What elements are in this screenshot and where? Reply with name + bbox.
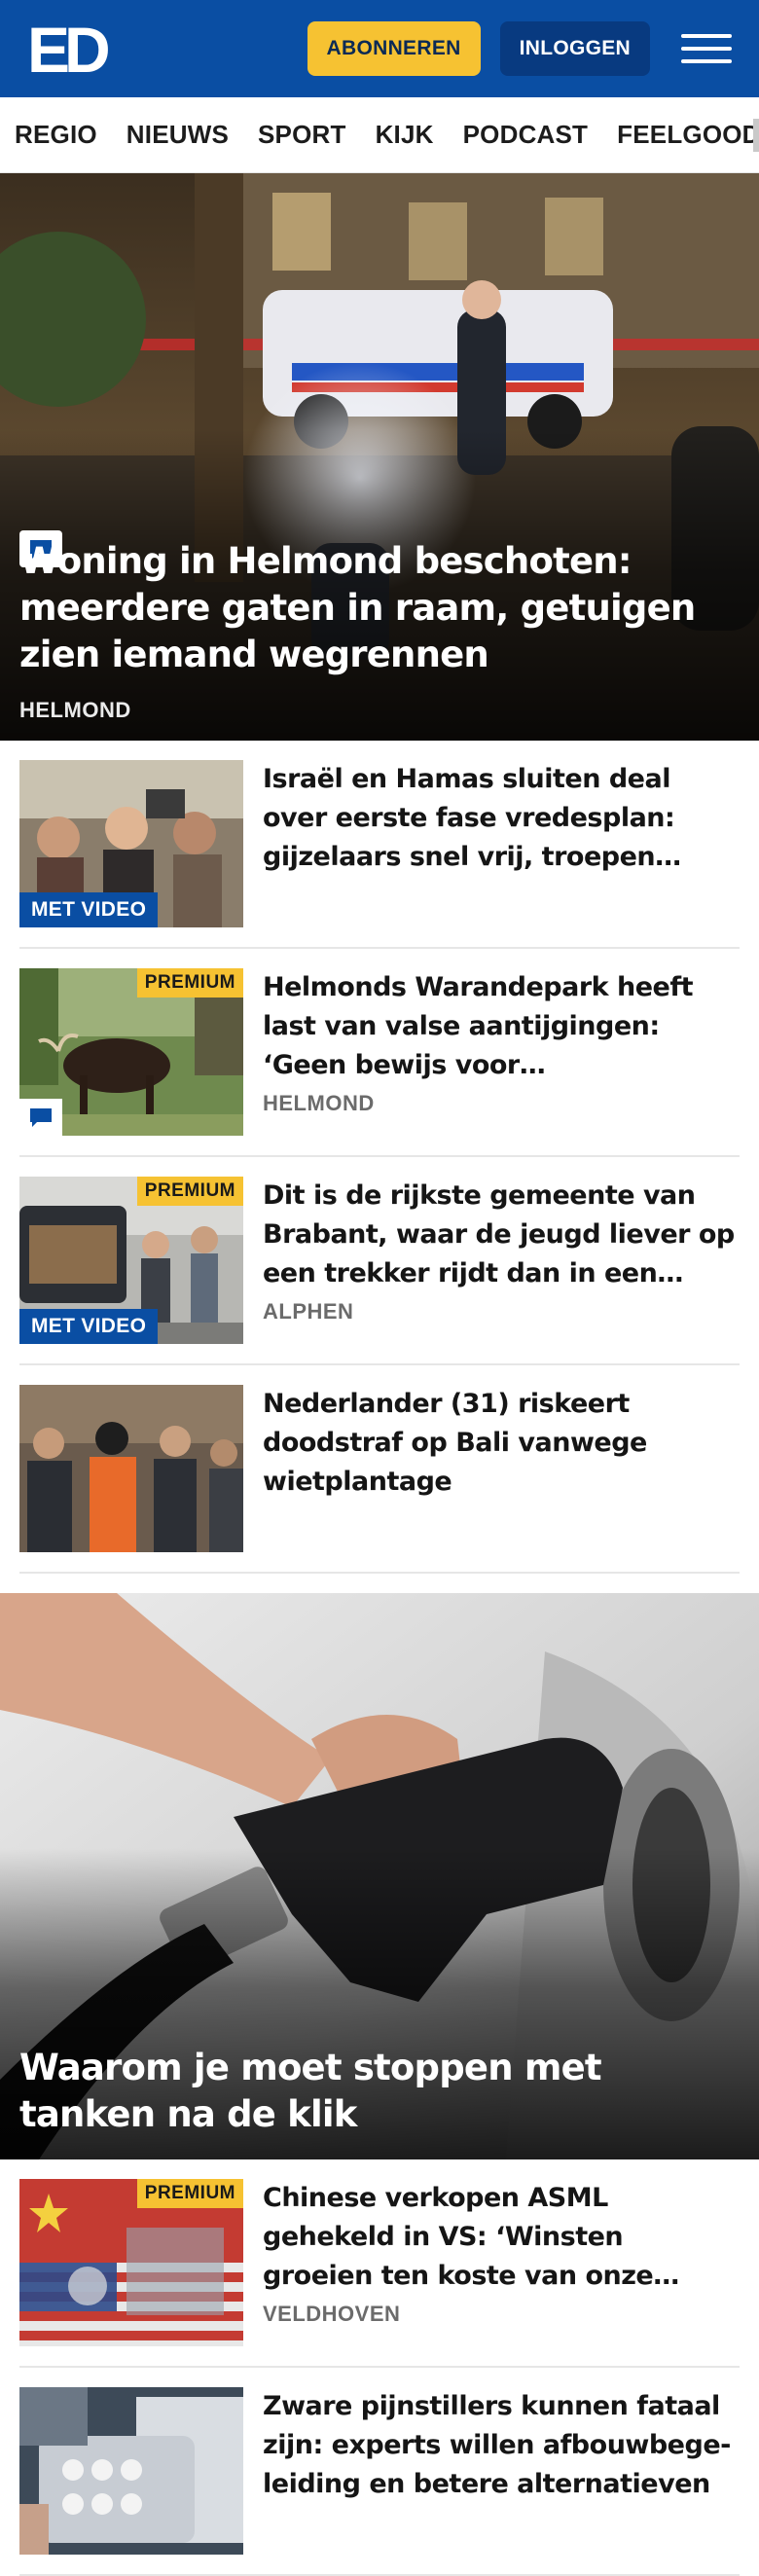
ed-logo-icon: ED bbox=[27, 19, 113, 78]
article-thumbnail: PREMIUM bbox=[19, 2179, 243, 2346]
hero-title[interactable]: Woning in Helmond beschoten: meerdere ga… bbox=[19, 538, 740, 678]
article-location-tag: HELMOND bbox=[263, 1091, 375, 1115]
premium-badge: PREMIUM bbox=[136, 968, 243, 998]
article-title[interactable]: Nederlander (31) riskeert doodstraf op B… bbox=[263, 1385, 740, 1502]
section-nav: REGIO NIEUWS SPORT KIJK PODCAST FEELGOOD bbox=[0, 97, 759, 173]
article-item[interactable]: Nederlander (31) riskeert doodstraf op B… bbox=[19, 1365, 740, 1574]
hero-location-tag: HELMOND bbox=[19, 698, 131, 722]
login-button[interactable]: INLOGGEN bbox=[499, 21, 650, 76]
article-title[interactable]: Dit is de rijkste gemeente van Brabant, … bbox=[263, 1177, 740, 1293]
article-text: Chinese verkopen ASML gehekeld in VS: ‘W… bbox=[243, 2179, 740, 2346]
article-item[interactable]: PREMIUM MET VIDEO Dit is de rijkste geme… bbox=[19, 1157, 740, 1365]
article-item[interactable]: Zware pijnstillers kunnen fataal zijn: e… bbox=[19, 2368, 740, 2576]
article-item[interactable]: PREMIUM Helmonds Warandepark heeft last … bbox=[19, 949, 740, 1157]
featured-text: Waarom je moet stoppen met tanken na de … bbox=[19, 2045, 740, 2138]
article-list-bottom: PREMIUM Chinese verkopen ASML gehekeld i… bbox=[0, 2159, 759, 2576]
article-title[interactable]: Chinese verkopen ASML gehekeld in VS: ‘W… bbox=[263, 2179, 740, 2296]
nav-item-sport[interactable]: SPORT bbox=[258, 120, 346, 150]
article-thumbnail: PREMIUM bbox=[19, 968, 243, 1136]
hero-article[interactable]: Woning in Helmond beschoten: meerdere ga… bbox=[0, 173, 759, 741]
article-location-tag: VELDHOVEN bbox=[263, 2302, 401, 2326]
subscribe-button[interactable]: ABONNEREN bbox=[307, 21, 481, 76]
featured-title[interactable]: Waarom je moet stoppen met tanken na de … bbox=[19, 2045, 740, 2138]
nav-item-feelgood[interactable]: FEELGOOD bbox=[617, 120, 759, 150]
article-thumbnail bbox=[19, 2387, 243, 2555]
article-thumbnail bbox=[19, 1385, 243, 1552]
nav-item-kijk[interactable]: KIJK bbox=[376, 120, 434, 150]
site-logo[interactable]: ED bbox=[27, 19, 113, 78]
featured-article[interactable]: Waarom je moet stoppen met tanken na de … bbox=[0, 1593, 759, 2159]
hamburger-menu-icon[interactable] bbox=[681, 23, 732, 74]
premium-badge: PREMIUM bbox=[136, 2179, 243, 2208]
comments-icon bbox=[19, 1099, 62, 1136]
header-actions: ABONNEREN INLOGGEN bbox=[307, 21, 732, 76]
thumbnail-image bbox=[19, 1385, 243, 1552]
article-title[interactable]: Helmonds Warandepark heeft last van vals… bbox=[263, 968, 740, 1085]
site-header: ED ABONNEREN INLOGGEN bbox=[0, 0, 759, 97]
article-title[interactable]: Israël en Hamas sluiten deal over eerste… bbox=[263, 760, 740, 877]
thumbnail-image bbox=[19, 2387, 243, 2555]
article-text: Nederlander (31) riskeert doodstraf op B… bbox=[243, 1385, 740, 1552]
article-thumbnail: PREMIUM MET VIDEO bbox=[19, 1177, 243, 1344]
article-text: Dit is de rijkste gemeente van Brabant, … bbox=[243, 1177, 740, 1344]
nav-overflow-indicator bbox=[753, 119, 759, 152]
video-badge: MET VIDEO bbox=[19, 892, 159, 927]
nav-item-nieuws[interactable]: NIEUWS bbox=[126, 120, 229, 150]
article-text: Zware pijnstillers kunnen fataal zijn: e… bbox=[243, 2387, 740, 2555]
nav-item-podcast[interactable]: PODCAST bbox=[463, 120, 589, 150]
article-item[interactable]: MET VIDEO Israël en Hamas sluiten deal o… bbox=[19, 741, 740, 949]
video-badge: MET VIDEO bbox=[19, 1309, 159, 1344]
article-title[interactable]: Zware pijnstillers kunnen fataal zijn: e… bbox=[263, 2387, 740, 2504]
premium-badge: PREMIUM bbox=[136, 1177, 243, 1206]
article-item[interactable]: PREMIUM Chinese verkopen ASML gehekeld i… bbox=[19, 2159, 740, 2368]
article-text: Helmonds Warandepark heeft last van vals… bbox=[243, 968, 740, 1136]
article-list-top: MET VIDEO Israël en Hamas sluiten deal o… bbox=[0, 741, 759, 1574]
nav-item-regio[interactable]: REGIO bbox=[15, 120, 97, 150]
svg-text:ED: ED bbox=[27, 19, 108, 78]
article-location-tag: ALPHEN bbox=[263, 1299, 354, 1324]
article-text: Israël en Hamas sluiten deal over eerste… bbox=[243, 760, 740, 927]
hero-text: Woning in Helmond beschoten: meerdere ga… bbox=[19, 538, 740, 723]
article-thumbnail: MET VIDEO bbox=[19, 760, 243, 927]
